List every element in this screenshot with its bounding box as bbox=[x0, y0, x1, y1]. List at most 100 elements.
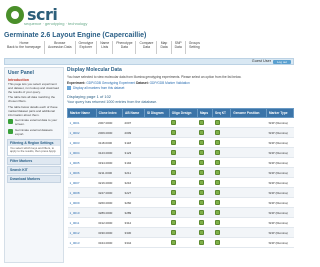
table-row[interactable]: 1_0009 3260.0000 3260 SNP (Illumina) bbox=[67, 197, 294, 208]
download-icon[interactable] bbox=[199, 119, 205, 125]
status-user: Guest User bbox=[251, 59, 271, 63]
marker-name-cell[interactable]: 1_0011 bbox=[67, 217, 97, 228]
download-icon[interactable] bbox=[171, 199, 177, 205]
table-row[interactable]: 1_0001 2007.0000 2007 SNP (Illumina) bbox=[67, 117, 294, 128]
nav-item[interactable]: Map Data bbox=[157, 41, 172, 54]
accordion-filter-settings[interactable]: Filtering & Region Settings You select w… bbox=[7, 138, 61, 156]
download-icon[interactable] bbox=[214, 189, 220, 195]
download-icon[interactable] bbox=[214, 119, 220, 125]
table-row[interactable]: 1_0013 3344.0000 3344 SNP (Illumina) bbox=[67, 237, 294, 248]
table-row[interactable]: 1_0010 3289.0000 3289 SNP (Illumina) bbox=[67, 207, 294, 218]
table-cell: SNP (Illumina) bbox=[266, 117, 294, 128]
column-header[interactable]: Clone Index bbox=[95, 108, 124, 118]
download-icon[interactable] bbox=[199, 239, 205, 245]
nav-item[interactable]: Compare Data bbox=[136, 41, 158, 54]
column-header[interactable]: AB Name bbox=[122, 108, 145, 118]
table-row[interactable]: 1_0008 3227.0000 3227 SNP (Illumina) bbox=[67, 187, 294, 198]
accordion-search-kit[interactable]: Search KIT bbox=[7, 165, 61, 174]
marker-name-cell[interactable]: 1_0009 bbox=[67, 197, 97, 208]
marker-name-cell[interactable]: 1_0010 bbox=[67, 207, 97, 218]
marker-table: Marker Name Clone Index AB Name SI Diagram O… bbox=[67, 108, 294, 248]
download-icon[interactable] bbox=[171, 179, 177, 185]
download-icon[interactable] bbox=[171, 169, 177, 175]
experiment-value[interactable]: GDP/GDB Genotyping Experiment bbox=[86, 81, 135, 85]
download-icon[interactable] bbox=[214, 219, 220, 225]
column-header[interactable]: Seq KT bbox=[211, 108, 232, 118]
marker-name-cell[interactable]: 1_0004 bbox=[67, 147, 97, 158]
download-icon[interactable] bbox=[171, 159, 177, 165]
download-icon[interactable] bbox=[214, 229, 220, 235]
marker-name-cell[interactable]: 1_0006 bbox=[67, 167, 97, 178]
dataset-value[interactable]: GDP/GDB Marker Validation bbox=[150, 81, 190, 85]
nav-item[interactable]: Browse Accession Data bbox=[45, 41, 76, 54]
download-icon[interactable] bbox=[214, 149, 220, 155]
table-row[interactable]: 1_0002 2009.0000 2009 SNP (Illumina) bbox=[67, 127, 294, 138]
download-icon[interactable] bbox=[171, 189, 177, 195]
table-row[interactable]: 1_0006 3211.0000 3211 SNP (Illumina) bbox=[67, 167, 294, 178]
option-row[interactable]: Germinate external data to your screen. bbox=[5, 118, 63, 128]
download-icon[interactable] bbox=[214, 169, 220, 175]
download-icon[interactable] bbox=[214, 129, 220, 135]
logout-button[interactable]: Log out bbox=[273, 60, 291, 64]
column-header[interactable]: Marker Type bbox=[266, 108, 294, 118]
download-icon[interactable] bbox=[199, 129, 205, 135]
export-link[interactable]: Display all markers from this dataset bbox=[67, 86, 294, 90]
marker-name-cell[interactable]: 1_0003 bbox=[67, 137, 97, 148]
download-icon[interactable] bbox=[171, 139, 177, 145]
download-icon[interactable] bbox=[214, 159, 220, 165]
accordion-header[interactable]: Search KIT bbox=[8, 166, 60, 173]
accordion-download-markers[interactable]: Download Markers bbox=[7, 174, 61, 183]
download-icon[interactable] bbox=[199, 169, 205, 175]
column-header[interactable]: Oligo Design bbox=[168, 108, 198, 118]
marker-name-cell[interactable]: 1_0005 bbox=[67, 157, 97, 168]
table-row[interactable]: 1_0004 3123.0000 3123 SNP (Illumina) bbox=[67, 147, 294, 158]
column-header[interactable]: SI Diagram bbox=[143, 108, 170, 118]
download-icon[interactable] bbox=[214, 179, 220, 185]
column-header[interactable]: Genome Position bbox=[230, 108, 267, 118]
download-icon[interactable] bbox=[171, 229, 177, 235]
table-row[interactable]: 1_0003 3118.0000 3118 SNP (Illumina) bbox=[67, 137, 294, 148]
table-row[interactable]: 1_0012 3330.0000 3330 SNP (Illumina) bbox=[67, 227, 294, 238]
download-icon[interactable] bbox=[171, 219, 177, 225]
download-icon[interactable] bbox=[199, 179, 205, 185]
column-header[interactable]: Marker Name bbox=[67, 108, 97, 118]
nav-item[interactable]: Home Back to the homepage bbox=[4, 41, 45, 54]
download-icon[interactable] bbox=[199, 229, 205, 235]
marker-name-cell[interactable]: 1_0012 bbox=[67, 227, 97, 238]
download-icon[interactable] bbox=[214, 139, 220, 145]
download-icon[interactable] bbox=[171, 129, 177, 135]
nav-item[interactable]: Genotype Explorer bbox=[76, 41, 98, 54]
accordion-filter-markers[interactable]: Filter Markers bbox=[7, 156, 61, 165]
option-row[interactable]: Germinate external datasets export. bbox=[5, 128, 63, 138]
download-icon[interactable] bbox=[214, 239, 220, 245]
accordion-header[interactable]: Filter Markers bbox=[8, 157, 60, 164]
download-icon[interactable] bbox=[171, 149, 177, 155]
accordion-header[interactable]: Download Markers bbox=[8, 175, 60, 182]
download-icon[interactable] bbox=[199, 149, 205, 155]
marker-name-cell[interactable]: 1_0001 bbox=[67, 117, 97, 128]
download-icon[interactable] bbox=[199, 159, 205, 165]
download-icon[interactable] bbox=[199, 189, 205, 195]
nav-item[interactable]: SNP Data bbox=[172, 41, 186, 54]
marker-name-cell[interactable]: 1_0008 bbox=[67, 187, 97, 198]
table-cell bbox=[197, 227, 213, 238]
download-icon[interactable] bbox=[214, 199, 220, 205]
nav-item[interactable]: Phenotype Data bbox=[113, 41, 137, 54]
download-icon[interactable] bbox=[199, 219, 205, 225]
download-icon[interactable] bbox=[199, 139, 205, 145]
table-row[interactable]: 1_0005 3194.0000 3194 SNP (Illumina) bbox=[67, 157, 294, 168]
column-header[interactable]: Maps bbox=[196, 108, 214, 118]
download-icon[interactable] bbox=[199, 209, 205, 215]
nav-item[interactable]: Groups Setting bbox=[186, 41, 203, 54]
marker-name-cell[interactable]: 1_0002 bbox=[67, 127, 97, 138]
download-icon[interactable] bbox=[171, 119, 177, 125]
nav-item[interactable]: Name Lists bbox=[97, 41, 114, 54]
download-icon[interactable] bbox=[199, 199, 205, 205]
table-row[interactable]: 1_0011 3312.0000 3312 SNP (Illumina) bbox=[67, 217, 294, 228]
table-row[interactable]: 1_0007 3216.0000 3216 SNP (Illumina) bbox=[67, 177, 294, 188]
download-icon[interactable] bbox=[214, 209, 220, 215]
marker-name-cell[interactable]: 1_0013 bbox=[67, 237, 97, 248]
marker-name-cell[interactable]: 1_0007 bbox=[67, 177, 97, 188]
download-icon[interactable] bbox=[171, 209, 177, 215]
download-icon[interactable] bbox=[171, 239, 177, 245]
